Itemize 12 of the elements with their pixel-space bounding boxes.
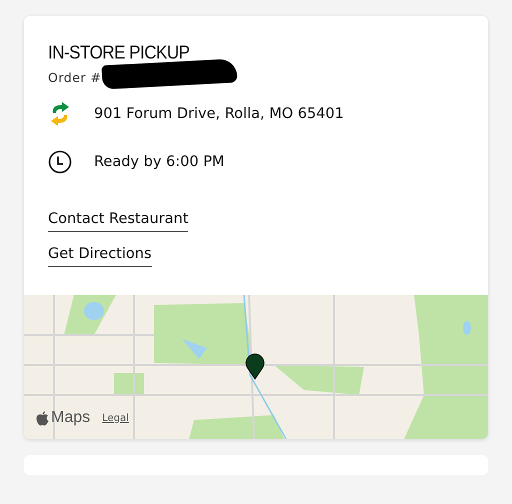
section-title: IN-STORE PICKUP	[48, 42, 190, 64]
store-address: 901 Forum Drive, Rolla, MO 65401	[94, 106, 344, 122]
text-link[interactable]: Contact Restaurant	[48, 211, 188, 232]
legal-link[interactable]: Legal	[102, 412, 129, 424]
map-attribution: Maps	[51, 409, 90, 427]
swap-arrows-icon	[49, 101, 71, 127]
order-label: Order #	[48, 70, 102, 84]
ready-time: Ready by 6:00 PM	[94, 154, 224, 170]
apple-icon	[36, 410, 49, 426]
text-link[interactable]: Get Directions	[48, 246, 152, 267]
clock-icon	[48, 150, 72, 174]
map-pin-icon	[245, 353, 265, 380]
